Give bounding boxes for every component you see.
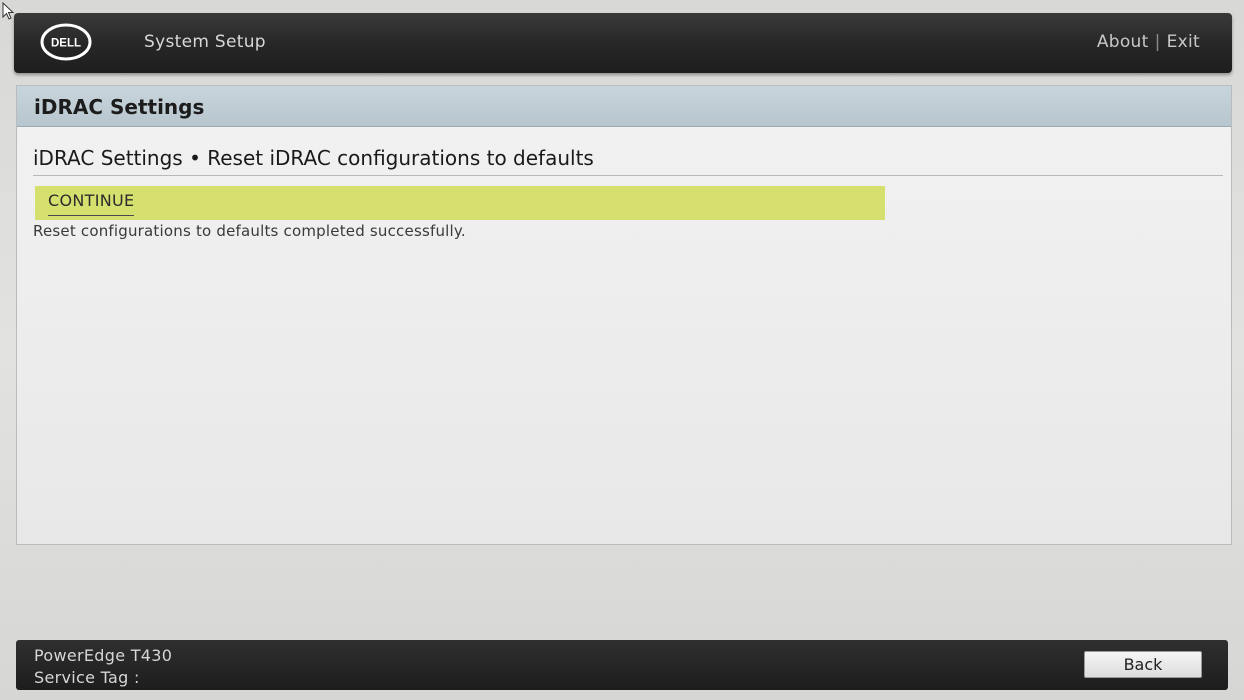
service-tag-label: Service Tag : bbox=[34, 668, 140, 687]
link-separator: | bbox=[1154, 32, 1161, 52]
bios-screen: DELL System Setup About | Exit iDRAC Setti… bbox=[0, 0, 1244, 700]
status-message: Reset configurations to defaults complet… bbox=[33, 222, 466, 240]
breadcrumb-divider bbox=[33, 175, 1223, 176]
top-bar: DELL System Setup About | Exit bbox=[14, 13, 1232, 73]
continue-row[interactable]: CONTINUE bbox=[35, 186, 885, 220]
system-model: PowerEdge T430 bbox=[34, 646, 173, 665]
about-link[interactable]: About bbox=[1097, 32, 1149, 52]
panel-header: iDRAC Settings bbox=[17, 86, 1231, 127]
top-links: About | Exit bbox=[1097, 32, 1200, 52]
back-button[interactable]: Back bbox=[1084, 651, 1202, 678]
footer-info: PowerEdge T430 Service Tag : bbox=[34, 645, 172, 689]
exit-link[interactable]: Exit bbox=[1167, 32, 1200, 52]
dell-logo-icon: DELL bbox=[40, 23, 92, 61]
continue-button[interactable]: CONTINUE bbox=[48, 191, 135, 216]
main-panel: iDRAC Settings iDRAC Settings • Reset iD… bbox=[16, 85, 1232, 545]
page-title: iDRAC Settings bbox=[34, 95, 205, 119]
svg-text:DELL: DELL bbox=[51, 38, 81, 50]
app-title: System Setup bbox=[144, 32, 266, 52]
breadcrumb: iDRAC Settings • Reset iDRAC configurati… bbox=[33, 146, 594, 170]
footer-bar: PowerEdge T430 Service Tag : Back bbox=[16, 640, 1228, 690]
